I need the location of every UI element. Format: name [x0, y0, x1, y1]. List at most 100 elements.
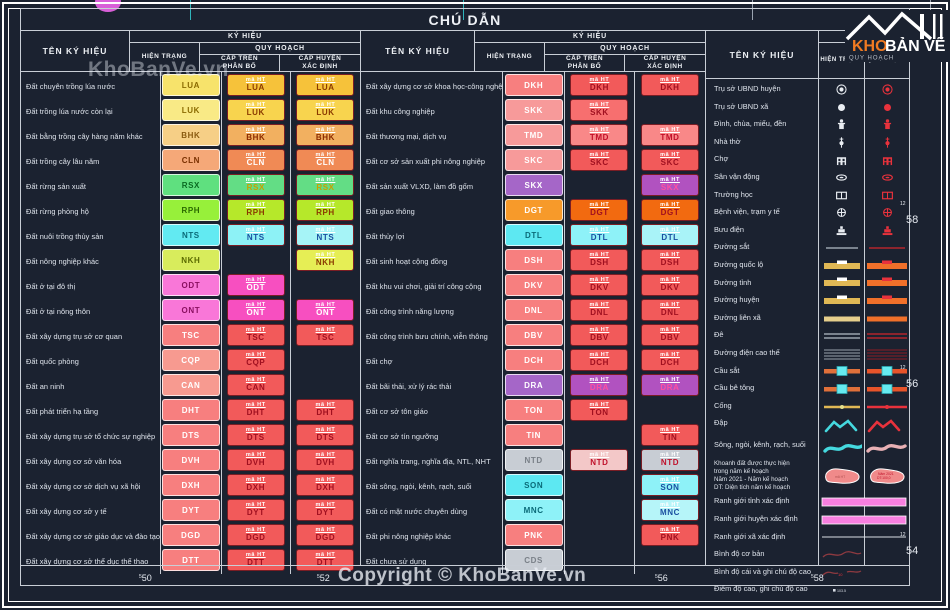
- planning-filled-circle-icon: [865, 99, 909, 117]
- current-post-office-icon: [819, 222, 864, 240]
- swatch-upper-bhk: mã HT BHK: [226, 124, 285, 147]
- swatch-district-dtl: mã HT DTL: [641, 224, 699, 247]
- current-railway-line: [819, 239, 864, 257]
- planning-basic-contour-line: [819, 546, 909, 564]
- swatch-current-dvh: DVH: [161, 449, 220, 472]
- column-c-current-symbols: mã HT: [819, 79, 865, 565]
- planning-province-boundary: [819, 493, 909, 511]
- legend-row-label: Đất chợ: [366, 357, 393, 367]
- swatch-district-skx: mã HT SKX: [641, 174, 699, 197]
- swatch-upper-rsx: mã HT RSX: [226, 174, 285, 197]
- current-filled-circle-icon: [819, 99, 864, 117]
- current-book-icon: [819, 187, 864, 205]
- swatch-district-tsc: mã HT TSC: [296, 324, 355, 347]
- swatch-district-dht: mã HT DHT: [296, 399, 355, 422]
- svg-text:103.5: 103.5: [837, 589, 846, 593]
- swatch-district-dvh: mã HT DVH: [296, 449, 355, 472]
- ruler-tick: 558: [811, 573, 824, 583]
- legend-row-label: Đất xây dựng trụ sở cơ quan: [26, 332, 123, 342]
- legend-row-label: Đất xây dựng cơ sở văn hóa: [26, 457, 122, 467]
- header-name-b: TÊN KÝ HIỆU: [361, 31, 475, 72]
- swatch-district-son: mã HT SON: [641, 474, 699, 497]
- swatch-district-dgt: mã HT DGT: [641, 199, 699, 222]
- svg-text:mã HT: mã HT: [835, 475, 845, 479]
- swatch-current-dht: DHT: [161, 399, 220, 422]
- symbol-row-label: Chợ: [714, 154, 729, 164]
- swatch-upper-dnl: mã HT DNL: [570, 299, 629, 322]
- legend-row-label: Đất sông, ngòi, kênh, rạch, suối: [366, 482, 472, 492]
- swatch-current-dnl: DNL: [504, 299, 563, 322]
- current-dike-line: [819, 327, 864, 345]
- legend-row-label: Đất khu vui chơi, giải trí công cộng: [366, 282, 482, 292]
- legend-row-label: Đất khu công nghiệp: [366, 107, 435, 117]
- swatch-upper-dxh: mã HT DXH: [226, 474, 285, 497]
- legend-row-label: Đất phi nông nghiệp khác: [366, 532, 452, 542]
- legend-column-b: TÊN KÝ HIỆU KÝ HIỆU HIỆN TRẠNG QUY HOẠCH…: [361, 31, 706, 575]
- swatch-current-rsx: RSX: [161, 174, 220, 197]
- symbol-row-label: Bệnh viện, trạm y tế: [714, 207, 780, 217]
- swatch-current-dkh: DKH: [504, 74, 563, 97]
- swatch-district-dra: mã HT DRA: [641, 374, 699, 397]
- legend-columns: TÊN KÝ HIỆU KÝ HIỆU HIỆN TRẠNG QUY HOẠCH…: [21, 31, 909, 593]
- swatch-district-rph: mã HT RPH: [296, 199, 355, 222]
- symbol-row-label: Ranh giới huyện xác định: [714, 514, 798, 523]
- legend-row-label: Đất có mặt nước chuyên dùng: [366, 507, 468, 517]
- planning-market-icon: [865, 151, 909, 169]
- swatch-district-empty: [296, 349, 354, 371]
- planning-river-icon: [865, 437, 909, 459]
- header-symbol-b: KÝ HIỆU: [475, 31, 705, 43]
- swatch-district-dsh: mã HT DSH: [641, 249, 699, 272]
- swatch-upper-empty: [570, 524, 628, 546]
- legend-row-label: Đất cơ sở sản xuất phi nông nghiệp: [366, 157, 486, 167]
- symbol-row-label: Ranh giới tỉnh xác định: [714, 496, 790, 506]
- swatch-upper-rph: mã HT RPH: [226, 199, 285, 222]
- swatch-current-odt: ODT: [161, 274, 220, 297]
- swatch-upper-skk: mã HT SKK: [570, 99, 629, 122]
- swatch-upper-odt: mã HT ODT: [226, 274, 285, 297]
- symbol-row-label: Ranh giới xã xác định: [714, 531, 786, 541]
- swatch-current-ntd: NTD: [504, 449, 563, 472]
- legend-row-label: Đất bằng trồng cây hàng năm khác: [26, 132, 143, 142]
- column-a-body: Đất chuyên trồng lúa nước Đất trồng lúa n…: [21, 72, 360, 575]
- dimension-label: 12 56: [900, 365, 919, 390]
- symbol-row-label: Đình, chùa, miếu, đền: [714, 119, 787, 129]
- swatch-current-dch: DCH: [504, 349, 563, 372]
- legend-panel: CHÚ DẪN TÊN KÝ HIỆU KÝ HIỆU HIỆN TRẠNG Q…: [20, 8, 910, 593]
- planning-district-road-line: [865, 292, 909, 310]
- header-planning-a: QUY HOẠCH: [200, 43, 360, 55]
- symbol-row-label: Trụ sở UBND xã: [714, 101, 769, 111]
- swatch-upper-dgt: mã HT DGT: [570, 199, 629, 222]
- legend-row-label: Đất trồng cây lâu năm: [26, 157, 100, 167]
- current-market-icon: [819, 151, 864, 169]
- bottom-scale-ruler: 550 552 556 558: [21, 565, 909, 587]
- legend-row-label: Đất xây dựng trụ sở tổ chức sự nghiệp: [26, 432, 156, 442]
- planning-district-boundary: [819, 511, 909, 529]
- current-church-icon: [819, 134, 864, 152]
- swatch-upper-dbv: mã HT DBV: [570, 324, 629, 347]
- swatch-upper-dsh: mã HT DSH: [570, 249, 629, 272]
- swatch-upper-lua: mã HT LUA: [226, 74, 285, 97]
- khobanve-logo[interactable]: KHO BẢN VẼ QUY HOẠCH: [845, 10, 948, 62]
- symbol-row-label: Sông, ngòi, kênh, rạch, suối: [714, 440, 806, 450]
- symbol-row-label: Bưu điện: [714, 224, 745, 234]
- swatch-upper-luk: mã HT LUK: [226, 99, 285, 122]
- swatch-upper-cln: mã HT CLN: [226, 149, 285, 172]
- ruler-tick: 556: [655, 573, 668, 583]
- swatch-upper-skc: mã HT SKC: [570, 149, 629, 172]
- header-upper-alloc-b: CẤP TRÊN PHÂN BỐ: [545, 55, 625, 72]
- svg-text:KHO: KHO: [852, 38, 888, 55]
- swatch-upper-empty: [570, 424, 628, 446]
- swatch-current-dbv: DBV: [504, 324, 563, 347]
- legend-row-label: Đất nuôi trồng thủy sản: [26, 232, 104, 242]
- swatch-district-mnc: mã HT MNC: [641, 499, 699, 522]
- swatch-upper-dkh: mã HT DKH: [570, 74, 629, 97]
- swatch-district-nts: mã HT NTS: [296, 224, 355, 247]
- svg-text:BẢN VẼ: BẢN VẼ: [885, 35, 946, 55]
- swatch-current-dra: DRA: [504, 374, 563, 397]
- legend-row-label: Đất sinh hoạt cộng đồng: [366, 257, 448, 267]
- swatch-district-dyt: mã HT DYT: [296, 499, 355, 522]
- legend-row-label: Đất xây dựng cơ sở y tế: [26, 507, 107, 517]
- swatch-district-pnk: mã HT PNK: [641, 524, 699, 547]
- column-a-current-swatches: LUA LUK BHK CLN RSX RPH NTS NKH ODT ONT TSC CQP CAN D…: [161, 72, 222, 575]
- swatch-upper-ntd: mã HT NTD: [570, 449, 629, 472]
